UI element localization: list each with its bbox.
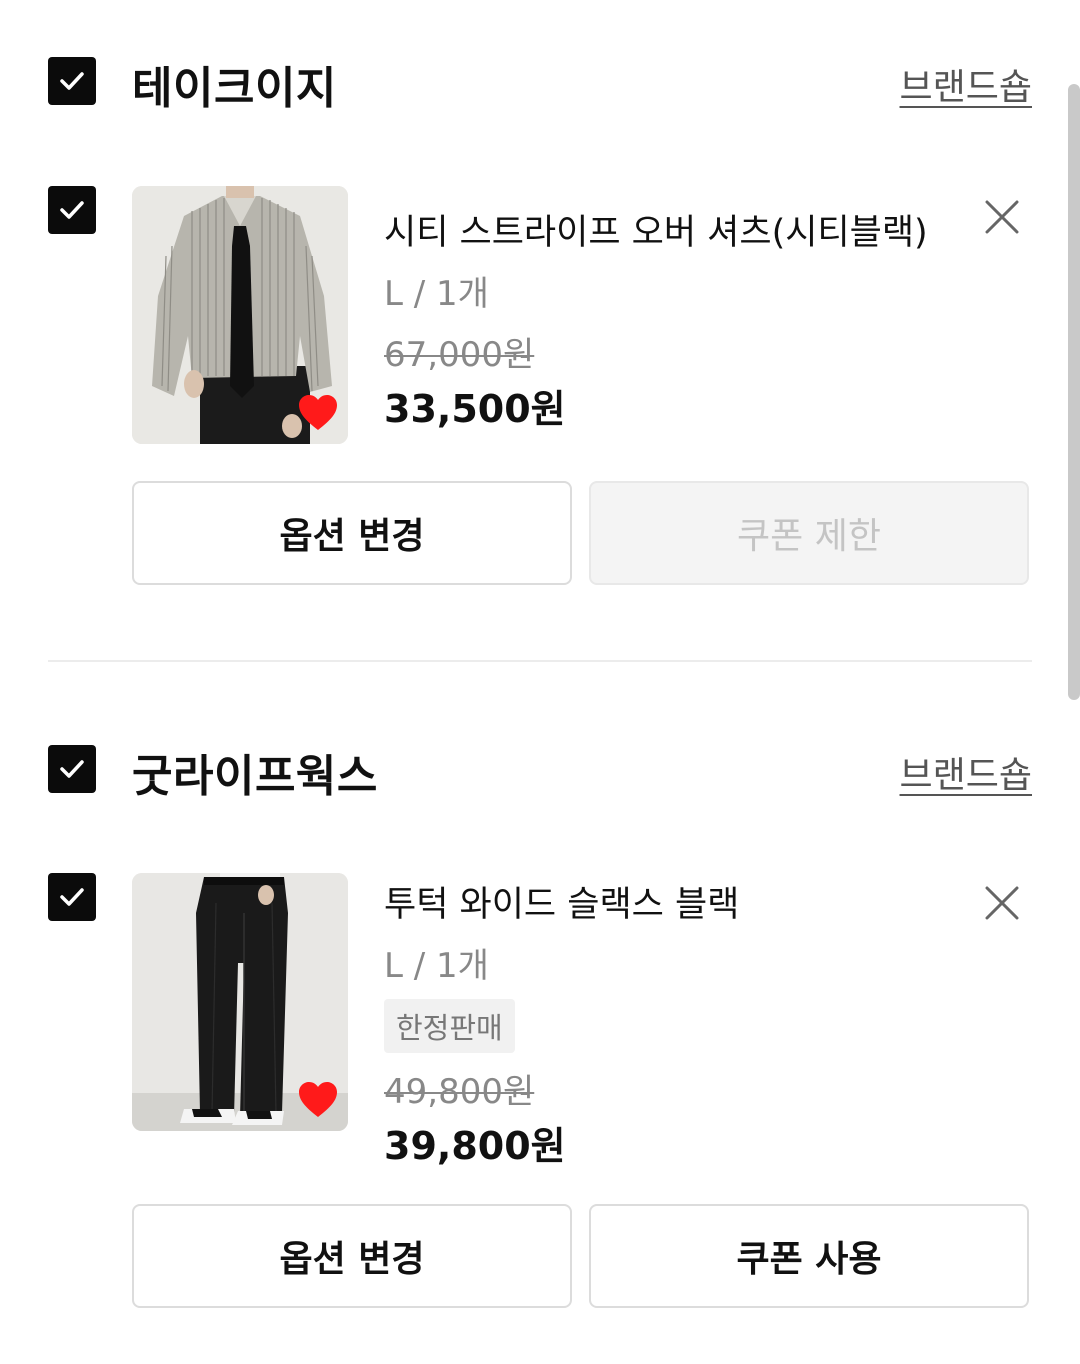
brand-select-checkbox[interactable] [48,57,96,105]
product-thumbnail[interactable] [132,186,348,444]
brand-name: 굿라이프웍스 [132,751,378,802]
product-title[interactable]: 시티 스트라이프 오버 셔츠(시티블랙) [384,204,928,255]
original-price: 49,800원 [384,1072,535,1112]
sale-price: 39,800원 [384,1124,566,1168]
item-select-checkbox[interactable] [48,873,96,921]
close-icon[interactable] [983,884,1021,922]
product-option: L / 1개 [384,274,489,314]
limited-sale-badge: 한정판매 [384,999,515,1053]
original-price: 67,000원 [384,335,535,375]
product-thumbnail[interactable] [132,873,348,1131]
checkmark-icon [60,201,84,219]
coupon-use-button[interactable]: 쿠폰 사용 [589,1204,1029,1308]
sale-price: 33,500원 [384,387,566,431]
heart-icon[interactable] [297,1081,339,1119]
option-change-button[interactable]: 옵션 변경 [132,481,572,585]
product-option: L / 1개 [384,946,489,986]
heart-icon[interactable] [297,394,339,432]
checkmark-icon [60,760,84,778]
scrollbar[interactable] [1068,84,1080,700]
item-select-checkbox[interactable] [48,186,96,234]
brand-name: 테이크이지 [132,63,337,114]
group-divider [48,660,1032,662]
checkmark-icon [60,72,84,90]
product-title[interactable]: 투턱 와이드 슬랙스 블랙 [384,876,739,927]
option-change-button[interactable]: 옵션 변경 [132,1204,572,1308]
brand-shop-link[interactable]: 브랜드숍 [900,58,1032,110]
brand-shop-link[interactable]: 브랜드숍 [900,746,1032,798]
close-icon[interactable] [983,198,1021,236]
brand-select-checkbox[interactable] [48,745,96,793]
checkmark-icon [60,888,84,906]
coupon-restricted-button: 쿠폰 제한 [589,481,1029,585]
